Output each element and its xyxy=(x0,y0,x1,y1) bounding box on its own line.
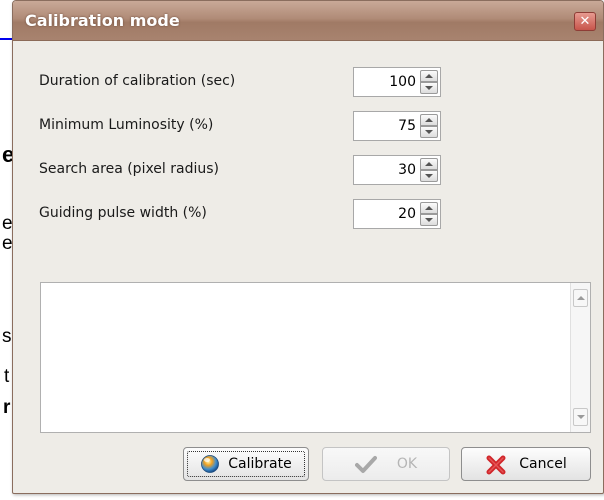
duration-value[interactable]: 100 xyxy=(389,74,416,90)
chevron-down-icon xyxy=(576,415,585,419)
chevron-up-icon xyxy=(425,206,433,210)
close-icon: ✕ xyxy=(579,14,591,29)
background-link-underline xyxy=(0,38,12,40)
log-scrollbar[interactable] xyxy=(570,283,590,432)
close-button[interactable]: ✕ xyxy=(574,12,596,31)
duration-spinner[interactable]: 100 xyxy=(353,67,441,97)
scroll-up-button[interactable] xyxy=(573,289,588,307)
chevron-up-icon xyxy=(425,118,433,122)
background-text-fragment: s xyxy=(2,326,12,347)
scroll-down-button[interactable] xyxy=(573,408,588,426)
ok-button[interactable]: OK xyxy=(322,447,450,481)
background-text-fragment: e xyxy=(2,233,13,254)
min-luminosity-label: Minimum Luminosity (%) xyxy=(39,117,214,133)
min-luminosity-value[interactable]: 75 xyxy=(398,118,416,134)
guiding-pulse-value[interactable]: 20 xyxy=(398,206,416,222)
duration-increment-button[interactable] xyxy=(420,70,438,82)
search-area-decrement-button[interactable] xyxy=(420,170,438,182)
chevron-down-icon xyxy=(425,174,433,178)
search-area-label: Search area (pixel radius) xyxy=(39,161,220,177)
min-luminosity-decrement-button[interactable] xyxy=(420,126,438,138)
sphere-icon xyxy=(200,454,220,474)
duration-decrement-button[interactable] xyxy=(420,82,438,94)
calibration-log-textarea[interactable] xyxy=(40,282,591,433)
min-luminosity-increment-button[interactable] xyxy=(420,114,438,126)
chevron-down-icon xyxy=(425,218,433,222)
dialog-title: Calibration mode xyxy=(25,11,180,30)
dialog-titlebar[interactable]: Calibration mode ✕ xyxy=(13,1,603,41)
chevron-up-icon xyxy=(425,74,433,78)
calibration-dialog: Calibration mode ✕ Duration of calibrati… xyxy=(12,0,604,494)
chevron-up-icon xyxy=(576,296,585,300)
search-area-increment-button[interactable] xyxy=(420,158,438,170)
search-area-spinner[interactable]: 30 xyxy=(353,155,441,185)
background-text-fragment: e xyxy=(2,213,13,234)
chevron-down-icon xyxy=(425,86,433,90)
checkmark-icon xyxy=(354,454,377,474)
background-text-fragment: r xyxy=(3,397,11,418)
background-text-fragment: t xyxy=(4,366,10,387)
chevron-up-icon xyxy=(425,162,433,166)
guiding-pulse-decrement-button[interactable] xyxy=(420,214,438,226)
calibrate-label: Calibrate xyxy=(228,456,292,472)
chevron-down-icon xyxy=(425,130,433,134)
guiding-pulse-increment-button[interactable] xyxy=(420,202,438,214)
guiding-pulse-spinner[interactable]: 20 xyxy=(353,199,441,229)
ok-label: OK xyxy=(396,456,418,472)
min-luminosity-spinner[interactable]: 75 xyxy=(353,111,441,141)
duration-label: Duration of calibration (sec) xyxy=(39,73,236,89)
calibrate-button[interactable]: Calibrate xyxy=(183,447,309,481)
red-x-icon xyxy=(485,454,506,475)
cancel-button[interactable]: Cancel xyxy=(461,447,591,481)
search-area-value[interactable]: 30 xyxy=(398,162,416,178)
cancel-label: Cancel xyxy=(519,456,567,472)
guiding-pulse-label: Guiding pulse width (%) xyxy=(39,205,207,221)
